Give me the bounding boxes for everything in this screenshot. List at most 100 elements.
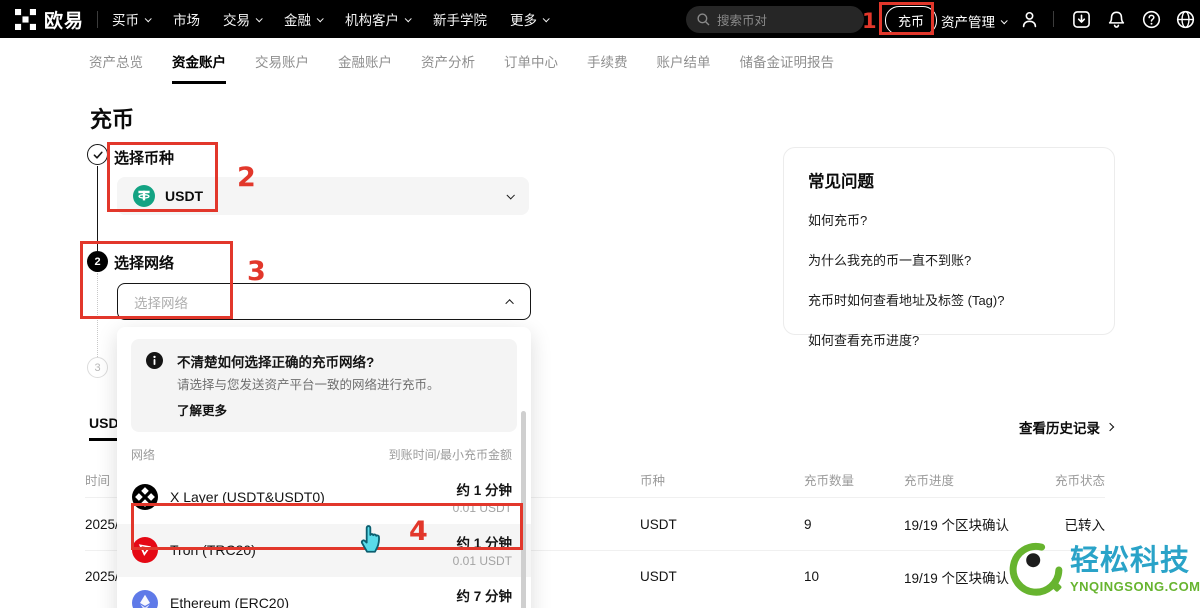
table-column-header: 充币数量	[804, 470, 904, 489]
network-meta: 约 7 分钟0.01 USDT	[453, 585, 512, 608]
subnav-tab[interactable]: 资金账户	[172, 38, 226, 84]
subnav-tab[interactable]: 订单中心	[504, 38, 558, 84]
subnav-tab[interactable]: 金融账户	[338, 38, 392, 84]
view-history-label: 查看历史记录	[1019, 417, 1100, 437]
okx-logo[interactable]: 欧易	[15, 6, 84, 33]
assets-subnav: 资产总览资金账户交易账户金融账户资产分析订单中心手续费账户结单储备金证明报告	[0, 38, 1200, 84]
notice-body: 请选择与您发送资产平台一致的网络进行充币。	[177, 377, 503, 394]
annotation-box-3	[80, 241, 233, 319]
cursor-hand-icon	[356, 520, 386, 559]
subnav-tab[interactable]: 交易账户	[255, 38, 309, 84]
chevron-down-icon	[317, 15, 324, 22]
notice-title: 不清楚如何选择正确的充币网络?	[177, 351, 503, 371]
annotation-number-2: 2	[237, 162, 256, 193]
help-icon[interactable]	[1142, 10, 1161, 29]
step-connector	[97, 166, 98, 251]
topnav-menu-item-label: 机构客户	[345, 9, 399, 29]
chevron-down-icon	[1001, 17, 1008, 24]
top-navbar: 欧易 买币市场交易金融机构客户新手学院更多 搜索币对 1 充币 资产管理	[0, 0, 1200, 38]
col-network: 网络	[131, 446, 155, 463]
search-input[interactable]: 搜索币对	[686, 6, 864, 33]
chevron-up-icon	[505, 299, 513, 307]
watermark-domain: YNQINGSONG.COM	[1070, 579, 1200, 594]
logo-text: 欧易	[44, 6, 84, 33]
topnav-menu-item[interactable]: 新手学院	[433, 9, 487, 29]
topnav-menu: 买币 市场 交易 金融 机构客户 新手学院 更多	[112, 9, 548, 29]
faq-list: 如何充币? 为什么我充的币一直不到账? 充币时如何查看地址及标签 (Tag)? 如何查…	[808, 210, 1090, 349]
learn-more-link[interactable]: 了解更多	[177, 400, 503, 419]
ethereum-icon	[132, 590, 158, 608]
network-dropdown-panel: 不清楚如何选择正确的充币网络? 请选择与您发送资产平台一致的网络进行充币。 了解…	[117, 327, 531, 608]
watermark-text: 轻松科技 YNQINGSONG.COM	[1070, 546, 1200, 594]
assets-management-menu[interactable]: 资产管理	[941, 11, 1006, 31]
subnav-tab[interactable]: 手续费	[587, 38, 628, 84]
topnav-menu-item[interactable]: 更多	[510, 9, 548, 29]
chevron-down-icon	[145, 15, 152, 22]
step1-check-icon	[87, 144, 108, 165]
view-history-link[interactable]: 查看历史记录	[1019, 417, 1113, 437]
faq-card: 常见问题 如何充币? 为什么我充的币一直不到账? 充币时如何查看地址及标签 (Tag…	[783, 147, 1115, 335]
subnav-tab[interactable]: 资产总览	[89, 38, 143, 84]
table-column-header: 充币进度	[904, 470, 1024, 489]
cell-coin: USDT	[640, 517, 804, 532]
cell-progress: 19/19 个区块确认	[904, 514, 1024, 534]
arrival-time: 约 7 分钟	[453, 585, 512, 605]
topnav-menu-item-label: 买币	[112, 9, 139, 29]
chevron-down-icon	[506, 191, 514, 199]
topnav-menu-item[interactable]: 交易	[223, 9, 261, 29]
topnav-menu-item[interactable]: 机构客户	[345, 9, 410, 29]
okx-logo-icon	[15, 9, 36, 30]
faq-question-link[interactable]: 如何查看充币进度?	[808, 330, 1090, 349]
topnav-menu-item-label: 新手学院	[433, 9, 487, 29]
annotation-number-4: 4	[409, 516, 428, 547]
chevron-down-icon	[405, 15, 412, 22]
topnav-menu-item[interactable]: 买币	[112, 9, 150, 29]
subnav-tab[interactable]: 账户结单	[657, 38, 711, 84]
annotation-box-1	[879, 2, 934, 35]
network-list-headers: 网络 到账时间/最小充币金额	[117, 432, 531, 471]
cell-amount: 10	[804, 569, 904, 584]
chevron-down-icon	[543, 15, 550, 22]
icon-divider	[1053, 11, 1054, 27]
profile-icon[interactable]	[1020, 10, 1039, 29]
table-column-header: 充币状态	[1024, 470, 1105, 489]
col-arrival-min: 到账时间/最小充币金额	[389, 446, 512, 463]
okx-deposit-page: 欧易 买币 市场 交易 金融 机构客户 新手学院 更多 搜索币对 1 充币 资产管理	[0, 0, 1200, 608]
annotation-box-2	[107, 142, 218, 212]
faq-question-link[interactable]: 为什么我充的币一直不到账?	[808, 250, 1090, 269]
table-column-header: 币种	[640, 470, 804, 489]
watermark-brand: 轻松科技	[1070, 546, 1190, 578]
arrival-time: 约 1 分钟	[453, 479, 512, 499]
subnav-tab[interactable]: 储备金证明报告	[740, 38, 835, 84]
subnav-tab[interactable]: 资产分析	[421, 38, 475, 84]
assets-menu-label: 资产管理	[941, 11, 995, 31]
cell-progress: 19/19 个区块确认	[904, 567, 1024, 587]
network-option[interactable]: Ethereum (ERC20) 约 7 分钟0.01 USDT	[117, 577, 531, 608]
page-title: 充币	[90, 102, 134, 134]
network-notice: 不清楚如何选择正确的充币网络? 请选择与您发送资产平台一致的网络进行充币。 了解…	[131, 339, 517, 432]
notifications-bell-icon[interactable]	[1107, 10, 1126, 29]
chevron-right-icon	[1106, 423, 1114, 431]
network-name: Ethereum (ERC20)	[170, 595, 289, 608]
faq-question-link[interactable]: 充币时如何查看地址及标签 (Tag)?	[808, 290, 1090, 309]
cell-coin: USDT	[640, 569, 804, 584]
cell-amount: 9	[804, 517, 904, 532]
step3-badge: 3	[87, 357, 108, 378]
faq-title: 常见问题	[808, 168, 1090, 192]
cell-status: 已转入	[1024, 514, 1105, 534]
topnav-menu-item[interactable]: 市场	[173, 9, 200, 29]
language-globe-icon[interactable]	[1176, 10, 1195, 29]
watermark: 轻松科技 YNQINGSONG.COM	[1008, 541, 1200, 599]
watermark-logo-icon	[1008, 541, 1064, 599]
download-app-icon[interactable]	[1072, 10, 1091, 29]
topnav-menu-item-label: 市场	[173, 9, 200, 29]
topnav-menu-item[interactable]: 金融	[284, 9, 322, 29]
faq-question-link[interactable]: 如何充币?	[808, 210, 1090, 229]
annotation-number-1: 1	[862, 9, 877, 33]
topnav-menu-item-label: 交易	[223, 9, 250, 29]
search-icon	[696, 12, 711, 27]
annotation-number-3: 3	[247, 256, 266, 287]
min-deposit-amount: 0.01 USDT	[453, 554, 512, 568]
topnav-menu-item-label: 更多	[510, 9, 537, 29]
topnav-menu-item-label: 金融	[284, 9, 311, 29]
